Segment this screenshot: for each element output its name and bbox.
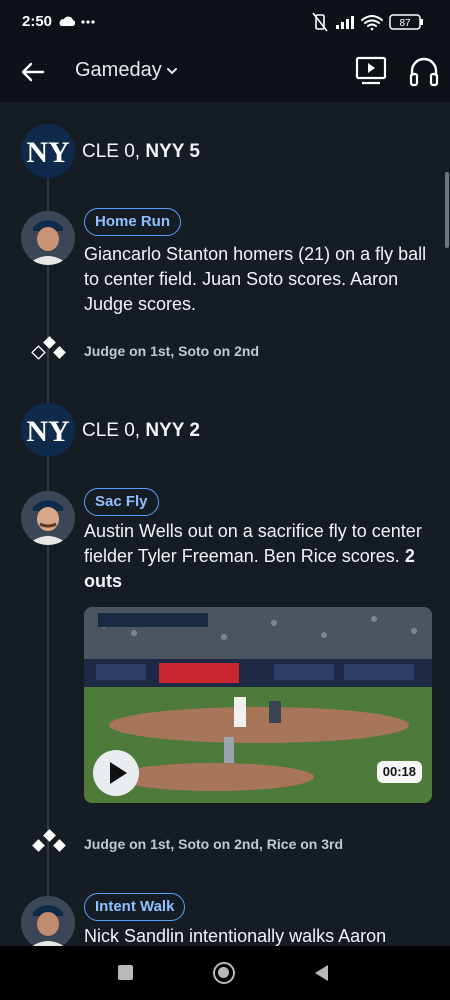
- back-arrow-icon[interactable]: [18, 57, 48, 87]
- svg-text:NY: NY: [26, 415, 70, 448]
- runners-on-base: Judge on 1st, Soto on 2nd: [84, 343, 259, 359]
- score-home: NYY 2: [145, 420, 200, 441]
- battery-level: 87: [399, 18, 411, 29]
- runners-on-base: Judge on 1st, Soto on 2nd, Rice on 3rd: [84, 836, 344, 852]
- play-description: Austin Wells out on a sacrifice fly to c…: [84, 521, 422, 591]
- back-triangle-icon[interactable]: [312, 963, 332, 983]
- play-video-thumbnail[interactable]: 00:18: [84, 607, 432, 803]
- player-avatar: [21, 896, 75, 946]
- score-away: CLE 0,: [82, 420, 141, 441]
- bases-diamond-icon: [31, 336, 66, 360]
- play-badge[interactable]: Home Run: [84, 208, 181, 236]
- play-description: Nick Sandlin intentionally walks Aaron: [84, 926, 387, 946]
- svg-text:NY: NY: [26, 136, 70, 169]
- score-update: CLE 0, NYY 2: [82, 420, 200, 442]
- page-title: Gameday: [75, 59, 162, 81]
- play-badge[interactable]: Sac Fly: [84, 488, 159, 516]
- scrollbar[interactable]: [445, 172, 449, 248]
- play-icon: [110, 762, 127, 784]
- play-badge[interactable]: Intent Walk: [84, 893, 186, 921]
- score-update: CLE 0, NYY 5: [82, 141, 200, 163]
- play-description: Giancarlo Stanton homers (21) on a fly b…: [84, 244, 427, 314]
- player-avatar: [21, 491, 75, 545]
- status-bar: 2:50 87: [0, 0, 450, 44]
- tv-play-icon[interactable]: [354, 54, 388, 88]
- gameday-dropdown[interactable]: Gameday: [75, 59, 179, 82]
- system-nav-bar: [0, 946, 450, 1000]
- status-time: 2:50: [22, 13, 53, 30]
- yankees-logo: NY: [21, 403, 75, 457]
- home-button[interactable]: [213, 962, 235, 984]
- signal-icon: [336, 16, 354, 29]
- battery-icon: 87: [389, 14, 423, 30]
- video-duration: 00:18: [376, 761, 422, 783]
- wifi-icon: [361, 15, 383, 31]
- vibrate-off-icon: [312, 12, 328, 32]
- player-avatar: [21, 211, 75, 265]
- chevron-down-icon: [166, 67, 177, 74]
- video-play-button[interactable]: [93, 750, 139, 796]
- score-away: CLE 0,: [82, 141, 141, 162]
- recent-apps-button[interactable]: [118, 965, 133, 980]
- gameday-feed[interactable]: NY CLE 0, NYY 5 Home Run Giancarlo Stant…: [0, 102, 450, 946]
- score-home: NYY 5: [145, 141, 200, 162]
- headphones-icon[interactable]: [407, 54, 441, 88]
- app-header: Gameday: [0, 44, 450, 102]
- bases-diamond-icon: [32, 829, 66, 852]
- cloud-icon: [59, 16, 95, 26]
- yankees-logo: NY: [21, 124, 75, 178]
- status-icons: 87: [312, 12, 423, 32]
